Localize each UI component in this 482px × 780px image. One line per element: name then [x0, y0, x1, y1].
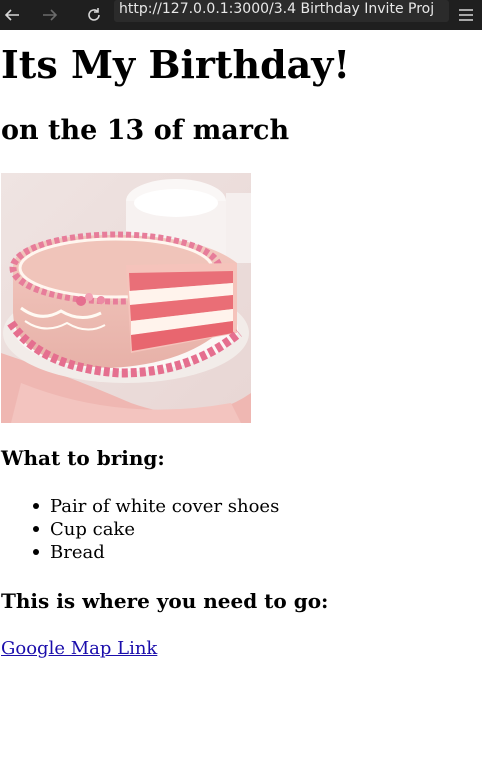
list-item: Bread [0, 541, 279, 564]
hamburger-menu-icon[interactable] [456, 0, 476, 30]
page-subtitle: on the 13 of march [1, 115, 290, 146]
forward-arrow-icon[interactable] [40, 0, 60, 30]
location-heading: This is where you need to go: [1, 589, 329, 613]
address-bar[interactable]: http://127.0.0.1:3000/3.4 Birthday Invit… [114, 0, 449, 22]
bring-list: Pair of white cover shoes Cup cake Bread [0, 495, 279, 564]
back-arrow-icon[interactable] [2, 0, 22, 30]
list-item: Cup cake [0, 518, 279, 541]
browser-toolbar: http://127.0.0.1:3000/3.4 Birthday Invit… [0, 0, 482, 30]
what-to-bring-heading: What to bring: [1, 446, 165, 470]
birthday-cake-image [1, 173, 251, 423]
reload-icon[interactable] [84, 0, 104, 30]
page-title: Its My Birthday! [1, 42, 351, 87]
google-map-link[interactable]: Google Map Link [1, 638, 157, 659]
list-item: Pair of white cover shoes [0, 495, 279, 518]
